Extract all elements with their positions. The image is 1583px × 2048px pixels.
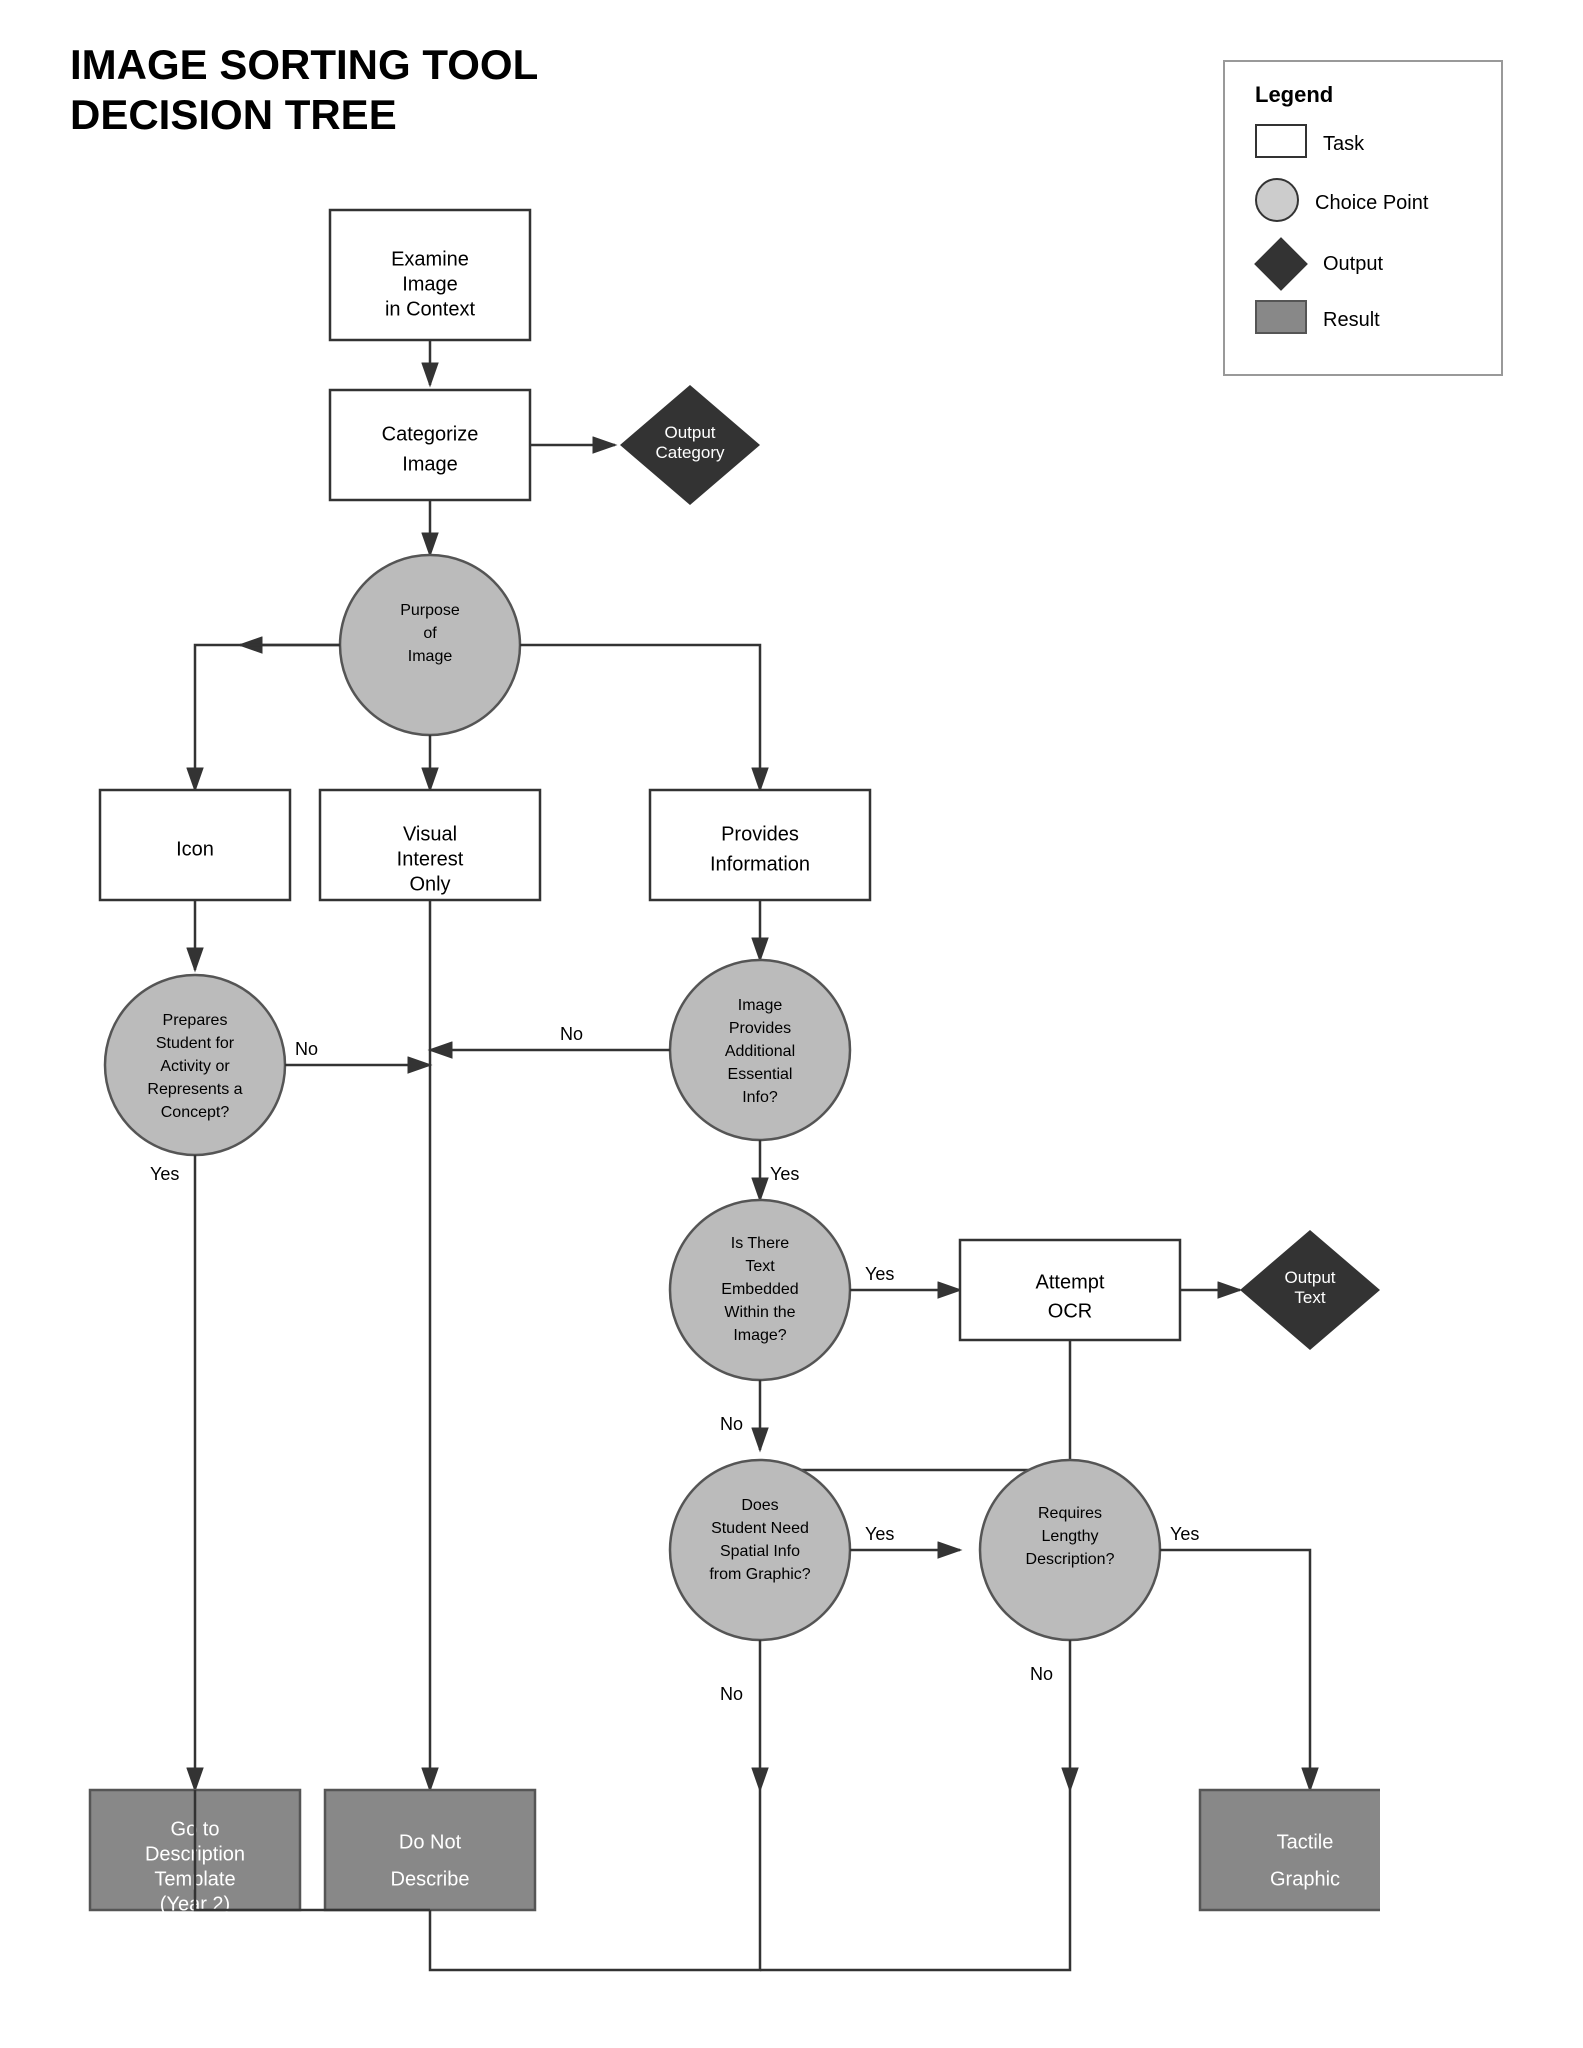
svg-text:Image: Image [402,273,458,295]
svg-text:Only: Only [409,873,450,895]
svg-text:Graphic: Graphic [1270,1868,1340,1890]
svg-text:Does: Does [741,1497,778,1514]
label-no-text: No [720,1414,743,1434]
label-yes-image: Yes [770,1164,799,1184]
label-yes-lengthy: Yes [1170,1524,1199,1544]
arrow-purpose-icon-path [195,645,340,790]
svg-text:Embedded: Embedded [721,1281,798,1298]
svg-text:of: of [423,625,437,642]
svg-text:Student for: Student for [156,1035,235,1052]
categorize-label: Categorize [382,423,479,445]
label-yes-spatial: Yes [865,1524,894,1544]
label-no-image: No [560,1024,583,1044]
svg-text:Category: Category [656,443,725,462]
label-no-prepares: No [295,1039,318,1059]
svg-text:Text: Text [1294,1288,1325,1307]
svg-text:Provides: Provides [729,1020,791,1037]
svg-text:Purpose: Purpose [400,602,460,619]
svg-text:Description?: Description? [1026,1551,1115,1568]
svg-text:Student Need: Student Need [711,1520,809,1537]
svg-text:Additional: Additional [725,1043,795,1060]
label-no-lengthy: No [1030,1664,1053,1684]
icon-label: Icon [176,838,214,860]
svg-text:Within the: Within the [724,1304,795,1321]
svg-text:from Graphic?: from Graphic? [709,1566,810,1583]
svg-text:Concept?: Concept? [161,1104,230,1121]
page: IMAGE SORTING TOOL DECISION TREE Legend … [0,0,1583,2048]
svg-text:in Context: in Context [385,298,475,320]
attempt-ocr-label: Attempt [1036,1271,1105,1293]
requires-lengthy-node [980,1460,1160,1640]
svg-text:Text: Text [745,1258,775,1275]
svg-text:Output: Output [1284,1268,1335,1287]
svg-text:Interest: Interest [397,848,464,870]
svg-text:Image: Image [402,453,458,475]
svg-text:Image: Image [738,997,783,1014]
diagram-svg: Examine Image in Context Categorize Imag… [40,90,1380,2030]
svg-text:Image: Image [408,648,453,665]
svg-text:Activity or: Activity or [160,1058,230,1075]
svg-text:Is There: Is There [731,1235,790,1252]
svg-text:Image?: Image? [733,1327,786,1344]
label-yes-prepares: Yes [150,1164,179,1184]
svg-text:Information: Information [710,853,810,875]
visual-interest-label: Visual [403,823,457,845]
bottom-connect-right [760,1790,1070,1970]
svg-text:Prepares: Prepares [163,1012,228,1029]
svg-text:Lengthy: Lengthy [1042,1528,1099,1545]
svg-text:Output: Output [664,423,715,442]
label-no-spatial: No [720,1684,743,1704]
flowchart: Examine Image in Context Categorize Imag… [40,90,1380,2035]
svg-text:OCR: OCR [1048,1300,1092,1322]
svg-text:Describe: Describe [391,1868,470,1890]
arrow-lengthy-yes [1160,1550,1310,1790]
svg-text:Info?: Info? [742,1089,778,1106]
purpose-node [340,555,520,735]
svg-text:Requires: Requires [1038,1505,1102,1522]
svg-text:Essential: Essential [728,1066,793,1083]
examine-label: Examine [391,248,469,270]
svg-text:Do Not: Do Not [399,1831,462,1853]
svg-text:Represents a: Represents a [147,1081,242,1098]
svg-text:Tactile: Tactile [1277,1831,1334,1853]
label-yes-text: Yes [865,1264,894,1284]
svg-text:Spatial Info: Spatial Info [720,1543,800,1560]
arrow-purpose-provides [520,645,760,790]
provides-info-label: Provides [721,823,799,845]
